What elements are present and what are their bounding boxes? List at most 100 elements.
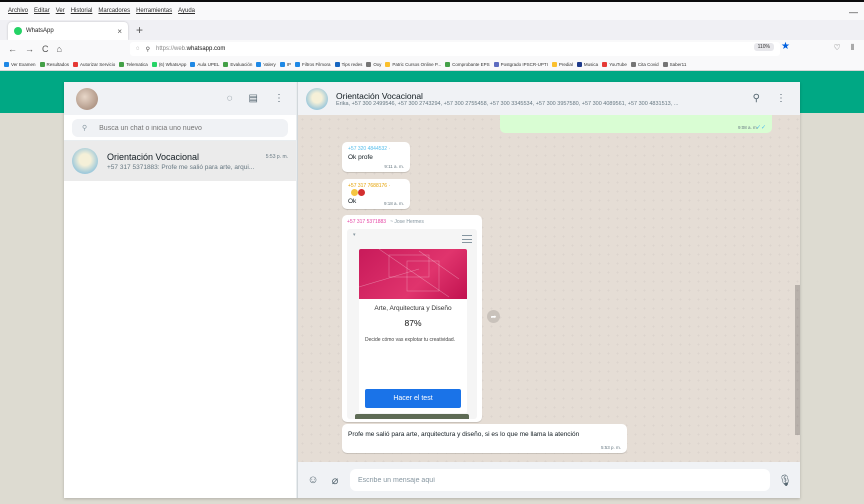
zoom-level[interactable]: 110% bbox=[753, 43, 774, 51]
menu-ayuda[interactable]: Ayuda bbox=[178, 8, 195, 14]
incoming-message[interactable]: Profe me salió para arte, arquitectura y… bbox=[342, 424, 627, 453]
bookmark-item[interactable]: Oxy bbox=[366, 61, 381, 67]
bookmark-item[interactable]: Saber11 bbox=[662, 61, 687, 67]
bookmark-label: Evaluación bbox=[230, 61, 253, 67]
browser-menubar: Archivo Editar Ver Historial Marcadores … bbox=[0, 0, 864, 20]
outgoing-message[interactable]: 9:08 a. m. ✓✓ bbox=[500, 115, 772, 133]
bookmark-favicon-icon bbox=[295, 61, 301, 67]
bookmark-favicon-icon bbox=[190, 61, 196, 67]
quiz-result-card[interactable]: Arte, Arquitectura y Diseño 87% Decide c… bbox=[359, 249, 467, 413]
bookmark-label: YouTube bbox=[609, 61, 627, 67]
bookmark-label: Aula UPEL bbox=[197, 61, 220, 67]
bookmark-label: Autorizar Servicio bbox=[80, 61, 116, 67]
bookmark-item[interactable]: Cita Covid bbox=[630, 61, 659, 67]
bookmark-item[interactable]: Predial bbox=[551, 61, 573, 67]
preview-footer bbox=[355, 414, 469, 419]
bookmark-item[interactable]: Patric Cursos Online P... bbox=[385, 61, 442, 67]
bookmark-star-icon[interactable]: ★ bbox=[781, 41, 790, 52]
message-sender: +57 317 7688176 · bbox=[348, 183, 404, 196]
chevron-down-icon[interactable]: ▾ bbox=[353, 232, 356, 238]
message-time: 9:18 a. m. bbox=[383, 201, 404, 206]
browser-navbar: ← → C ⌂ ◌ ⚲ https://web.whatsapp.com 110… bbox=[0, 40, 864, 58]
menu-icon[interactable]: ⋮ bbox=[274, 93, 284, 104]
incoming-link-message[interactable]: +57 317 5371883 ~ Jose Hermes ▾ Arte, Ar… bbox=[342, 215, 482, 422]
bookmark-item[interactable]: Valery bbox=[256, 61, 276, 67]
card-title: Arte, Arquitectura y Diseño bbox=[374, 305, 452, 312]
conversation-members: Erika, +57 300 2499546, +57 300 2743294,… bbox=[336, 100, 679, 107]
menu-ver[interactable]: Ver bbox=[56, 8, 65, 14]
chat-time: 5:53 p. m. bbox=[265, 153, 288, 160]
link-preview[interactable]: ▾ Arte, Arquitectura y Diseño 87% Decide… bbox=[347, 229, 477, 419]
message-area: 9:08 a. m. ✓✓ +57 320 4844532 · Ok profe… bbox=[297, 115, 800, 462]
new-tab-button[interactable]: + bbox=[136, 23, 143, 40]
pocket-icon[interactable]: ♡ bbox=[833, 43, 840, 53]
bookmark-item[interactable]: (6) WhatsApp bbox=[151, 61, 186, 67]
menu-lines-icon bbox=[462, 235, 472, 243]
bookmarks-toolbar: Ver Examen Resultados Autorizar Servicio Te… bbox=[0, 58, 864, 71]
bookmark-item[interactable]: Filtros Filmora bbox=[295, 61, 331, 67]
reload-icon[interactable]: C bbox=[42, 44, 49, 54]
search-box[interactable]: ⚲ bbox=[72, 119, 288, 137]
close-tab-icon[interactable]: × bbox=[117, 27, 122, 36]
address-bar[interactable]: ◌ ⚲ https://web.whatsapp.com bbox=[130, 42, 780, 56]
emoji-icon[interactable]: ☺ bbox=[306, 474, 320, 486]
avatar[interactable] bbox=[76, 87, 98, 110]
bookmark-item[interactable]: YouTube bbox=[602, 61, 627, 67]
bookmark-item[interactable]: IP bbox=[279, 61, 291, 67]
search-icon[interactable]: ⚲ bbox=[753, 93, 760, 104]
url-text: https://web.whatsapp.com bbox=[155, 46, 226, 52]
bookmark-label: Ver Examen bbox=[11, 61, 36, 67]
take-test-button[interactable]: Hacer el test bbox=[365, 389, 461, 408]
bookmark-item[interactable]: Comprobante EPS bbox=[445, 61, 490, 67]
home-icon[interactable]: ⌂ bbox=[57, 44, 62, 54]
attach-icon[interactable]: ⌀ bbox=[328, 474, 342, 487]
bookmark-item[interactable]: Musica bbox=[576, 61, 598, 67]
bookmark-label: Saber11 bbox=[669, 61, 687, 67]
bookmark-item[interactable]: Ver Examen bbox=[4, 61, 36, 67]
tab-title: WhatsApp bbox=[26, 28, 54, 34]
menu-marcadores[interactable]: Marcadores bbox=[98, 8, 130, 14]
message-input[interactable] bbox=[350, 469, 770, 491]
status-icon[interactable]: ◌ bbox=[227, 93, 233, 104]
minimize-icon[interactable]: — bbox=[849, 7, 858, 17]
library-icon[interactable]: ⫴ bbox=[851, 43, 854, 53]
menu-archivo[interactable]: Archivo bbox=[8, 8, 28, 14]
bookmark-item[interactable]: Evaluación bbox=[223, 61, 253, 67]
bookmark-favicon-icon bbox=[151, 61, 157, 67]
conversation-header[interactable]: Orientación Vocacional Erika, +57 300 24… bbox=[297, 82, 800, 115]
bookmark-favicon-icon bbox=[279, 61, 285, 67]
emoji-reaction-icon bbox=[351, 189, 365, 196]
search-input[interactable] bbox=[99, 124, 270, 132]
bookmark-item[interactable]: Telematica bbox=[119, 61, 148, 67]
bookmark-item[interactable]: Aula UPEL bbox=[190, 61, 220, 67]
menu-herramientas[interactable]: Herramientas bbox=[136, 8, 172, 14]
new-chat-icon[interactable]: ▤ bbox=[249, 93, 258, 104]
bookmark-item[interactable]: Tips redes bbox=[334, 61, 362, 67]
shield-icon: ◌ bbox=[136, 46, 140, 52]
menu-icon[interactable]: ⋮ bbox=[776, 93, 786, 104]
scrollbar[interactable] bbox=[795, 285, 800, 435]
menu-historial[interactable]: Historial bbox=[71, 8, 93, 14]
bookmark-label: Postgrado IPSCR-UPTI bbox=[500, 61, 548, 67]
mic-icon[interactable]: 🎙 bbox=[778, 474, 792, 487]
incoming-message[interactable]: +57 317 7688176 · Ok 9:18 a. m. bbox=[342, 179, 410, 209]
chat-list-item[interactable]: Orientación Vocacional 5:53 p. m. +57 31… bbox=[64, 141, 296, 181]
bookmark-label: Comprobante EPS bbox=[452, 61, 490, 67]
card-image bbox=[359, 249, 467, 299]
bookmark-favicon-icon bbox=[256, 61, 262, 67]
bookmark-item[interactable]: Resultados bbox=[39, 61, 69, 67]
menu-editar[interactable]: Editar bbox=[34, 8, 50, 14]
bookmark-label: Patric Cursos Online P... bbox=[392, 61, 442, 67]
back-icon[interactable]: ← bbox=[8, 44, 17, 54]
incoming-message[interactable]: +57 320 4844532 · Ok profe 9:11 a. m. bbox=[342, 142, 410, 172]
conversation-avatar[interactable] bbox=[306, 87, 328, 110]
forward-icon[interactable]: → bbox=[25, 44, 34, 54]
forward-icon[interactable]: ➦ bbox=[487, 310, 500, 323]
whatsapp-favicon-icon bbox=[14, 27, 22, 35]
group-avatar bbox=[72, 148, 98, 174]
bookmark-item[interactable]: Postgrado IPSCR-UPTI bbox=[493, 61, 548, 67]
bookmark-item[interactable]: Autorizar Servicio bbox=[73, 61, 116, 67]
bookmark-favicon-icon bbox=[223, 61, 229, 67]
tab-whatsapp[interactable]: WhatsApp × bbox=[8, 22, 128, 40]
message-time: 5:53 p. m. bbox=[600, 445, 621, 450]
